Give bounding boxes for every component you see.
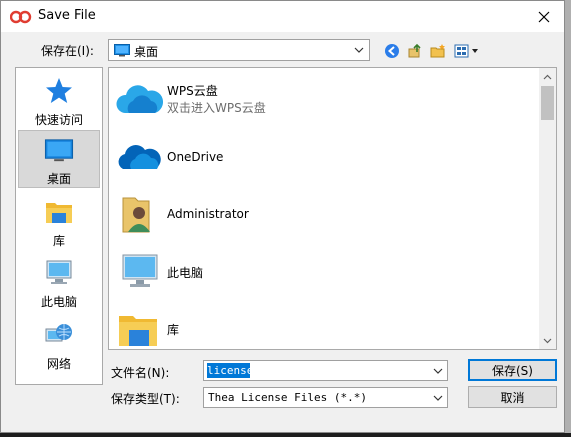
list-item-administrator[interactable]: Administrator: [115, 187, 535, 241]
computer-icon: [46, 260, 72, 284]
computer-icon: [122, 254, 158, 287]
list-item-wps-cloud[interactable]: WPS云盘 双击进入WPS云盘: [115, 72, 535, 126]
desktop-icon: [44, 139, 74, 162]
file-subtitle: 双击进入WPS云盘: [167, 101, 266, 115]
save-in-value: 桌面: [134, 45, 159, 59]
close-button[interactable]: [524, 1, 564, 32]
place-desktop[interactable]: 桌面: [18, 130, 100, 188]
network-icon: [45, 324, 72, 342]
title-bar: Save File: [1, 1, 564, 32]
vertical-scrollbar[interactable]: [539, 68, 556, 349]
desktop-icon: [114, 44, 130, 57]
new-folder-icon: [430, 43, 445, 57]
place-label: 桌面: [46, 172, 71, 186]
save-file-dialog: Save File 保存在(I): 桌面 快速访问 桌面 库 此电脑 网络 WP…: [0, 0, 565, 433]
place-label: 网络: [46, 357, 71, 371]
list-item-this-pc[interactable]: 此电脑: [115, 244, 535, 298]
place-label: 库: [52, 234, 65, 248]
folder-icon: [46, 203, 72, 223]
scrollbar-thumb[interactable]: [541, 86, 554, 120]
list-item-library[interactable]: 库: [115, 301, 535, 349]
app-logo-icon: [10, 10, 32, 24]
back-button[interactable]: [383, 41, 401, 60]
chevron-down-icon: [433, 395, 443, 401]
save-button[interactable]: 保存(S): [468, 359, 557, 381]
file-name: OneDrive: [167, 150, 224, 164]
list-item-onedrive[interactable]: OneDrive: [115, 130, 535, 184]
chevron-down-icon: [433, 368, 443, 374]
filename-input[interactable]: [207, 363, 250, 378]
cancel-button[interactable]: 取消: [468, 386, 557, 408]
save-in-dropdown[interactable]: 桌面: [108, 39, 370, 61]
chevron-down-icon: [354, 47, 364, 53]
save-in-label: 保存在(I):: [41, 44, 94, 58]
up-folder-icon: [408, 43, 421, 57]
place-network[interactable]: 网络: [18, 315, 100, 373]
place-quick-access[interactable]: 快速访问: [18, 71, 100, 129]
background-window-strip: [565, 0, 571, 437]
view-menu-button[interactable]: [453, 41, 481, 60]
filetype-value: Thea License Files (*.*): [208, 391, 367, 404]
star-icon: [46, 78, 72, 103]
filetype-dropdown[interactable]: Thea License Files (*.*): [203, 387, 448, 408]
window-title: Save File: [38, 8, 96, 23]
chevron-up-icon: [543, 74, 552, 79]
onedrive-icon: [118, 145, 161, 169]
scroll-down-button[interactable]: [539, 332, 556, 349]
file-name: WPS云盘: [167, 84, 218, 98]
place-this-pc[interactable]: 此电脑: [18, 253, 100, 311]
file-name: 此电脑: [167, 266, 204, 280]
filename-combobox[interactable]: [203, 360, 448, 381]
file-list[interactable]: WPS云盘 双击进入WPS云盘 OneDrive Administrator 此…: [108, 67, 557, 350]
taskbar-edge: [0, 433, 571, 437]
up-folder-button[interactable]: [406, 41, 424, 60]
place-label: 快速访问: [34, 113, 83, 127]
filetype-label: 保存类型(T):: [111, 392, 180, 406]
file-name: Administrator: [167, 207, 249, 221]
new-folder-button[interactable]: [429, 41, 447, 60]
filename-label: 文件名(N):: [111, 366, 170, 380]
close-icon: [538, 11, 550, 22]
chevron-down-icon: [543, 338, 552, 343]
back-arrow-icon: [385, 43, 399, 58]
view-grid-icon: [454, 44, 478, 57]
user-folder-icon: [122, 197, 150, 233]
file-name: 库: [167, 323, 180, 337]
scroll-up-button[interactable]: [539, 68, 556, 85]
place-label: 此电脑: [40, 295, 77, 309]
place-library[interactable]: 库: [18, 192, 100, 250]
library-icon: [119, 316, 157, 346]
wps-cloud-icon: [116, 85, 163, 113]
places-sidebar: 快速访问 桌面 库 此电脑 网络: [15, 67, 103, 385]
